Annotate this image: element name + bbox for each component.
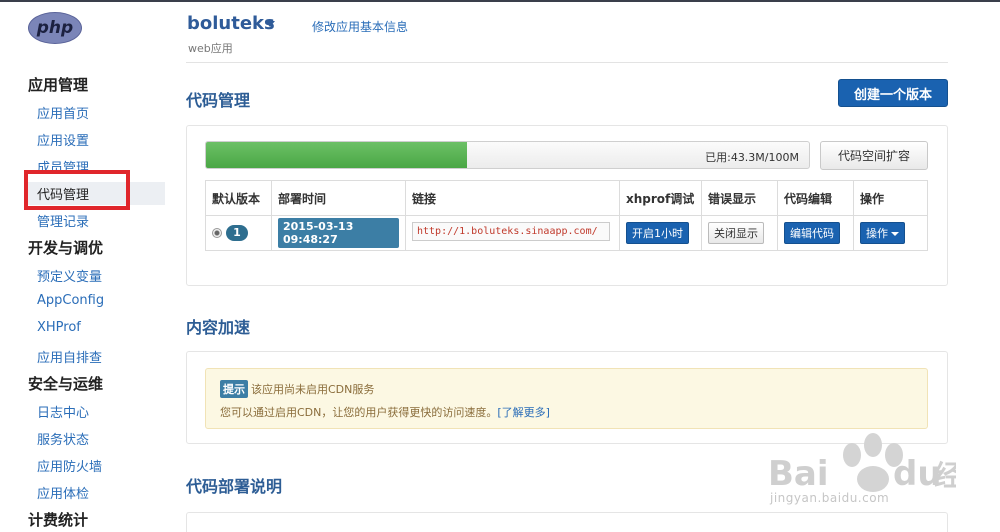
storage-usage-bar: 已用:43.3M/100M [205,141,810,169]
app-type: web应用 [188,42,233,55]
sidebar-item-mgmt-log[interactable]: 管理记录 [37,211,89,230]
storage-usage-text: 已用:43.3M/100M [705,151,799,164]
col-xhprof: xhprof调试 [619,180,702,216]
header-divider [186,62,948,63]
php-logo[interactable]: php [28,12,82,44]
cell-error-display: 关闭显示 [701,215,778,251]
actions-label: 操作 [866,227,888,240]
cell-default-version: 1 [205,215,272,251]
deploy-title: 代码部署说明 [186,477,283,496]
table-header-row: 默认版本 部署时间 链接 xhprof调试 错误显示 代码编辑 操作 [205,180,928,216]
col-deploy-time: 部署时间 [271,180,406,216]
sidebar-section-security: 安全与运维 [28,375,104,393]
app-url-field[interactable]: http://1.boluteks.sinaapp.com/ [412,222,610,241]
xhprof-enable-button[interactable]: 开启1小时 [626,222,689,244]
watermark-brand: Bai [768,454,829,494]
col-actions: 操作 [853,180,928,216]
actions-dropdown-button[interactable]: 操作 [860,222,905,244]
sidebar-item-health-check[interactable]: 应用体检 [37,483,89,502]
cell-actions: 操作 [853,215,928,251]
col-error-display: 错误显示 [701,180,778,216]
edit-app-info-link[interactable]: 修改应用基本信息 [312,18,408,35]
watermark-url: jingyan.baidu.com [770,491,890,505]
cdn-title: 内容加速 [186,318,251,337]
sidebar-section-app-mgmt: 应用管理 [28,76,89,94]
top-border [0,0,1000,2]
col-link: 链接 [405,180,620,216]
cdn-alert: 提示 该应用尚未启用CDN服务 您可以通过启用CDN，让您的用户获得更快的访问速… [205,368,928,429]
chevron-down-icon [891,232,899,236]
code-mgmt-title: 代码管理 [186,91,251,110]
storage-usage-fill [206,142,468,168]
sidebar-item-self-check[interactable]: 应用自排查 [37,347,102,366]
default-version-radio[interactable] [212,228,222,238]
hide-errors-button[interactable]: 关闭显示 [708,222,764,244]
table-row: 1 2015-03-13 09:48:27 http://1.boluteks.… [205,215,928,251]
chevron-down-icon[interactable] [265,21,275,27]
cell-link: http://1.boluteks.sinaapp.com/ [405,215,620,251]
col-default-version: 默认版本 [205,180,272,216]
create-version-button[interactable]: 创建一个版本 [838,79,948,107]
sidebar-item-log-center[interactable]: 日志中心 [37,402,89,421]
col-code-edit: 代码编辑 [777,180,854,216]
learn-more-link[interactable]: [了解更多] [497,406,550,419]
red-highlight-box [24,170,130,210]
cdn-hint-body: 您可以通过启用CDN，让您的用户获得更快的访问速度。 [220,406,498,419]
sidebar-item-app-settings[interactable]: 应用设置 [37,130,89,149]
sidebar-item-predefined-vars[interactable]: 预定义变量 [37,266,102,285]
cdn-status-text: 该应用尚未启用CDN服务 [251,383,375,396]
sidebar-item-app-home[interactable]: 应用首页 [37,103,89,122]
sidebar-item-appconfig[interactable]: AppConfig [37,293,104,308]
sidebar-item-firewall[interactable]: 应用防火墙 [37,456,102,475]
cdn-hint-text: 您可以通过启用CDN，让您的用户获得更快的访问速度。[了解更多] [220,404,550,420]
versions-table: 默认版本 部署时间 链接 xhprof调试 错误显示 代码编辑 操作 1 201… [205,180,928,251]
tip-badge: 提示 [220,380,248,398]
sidebar-item-xhprof[interactable]: XHProf [37,320,81,335]
edit-code-button[interactable]: 编辑代码 [784,222,840,244]
cell-xhprof: 开启1小时 [619,215,702,251]
sidebar-section-billing: 计费统计 [28,511,89,529]
cell-code-edit: 编辑代码 [777,215,854,251]
sidebar-section-dev: 开发与调优 [28,239,104,257]
app-name[interactable]: boluteks [187,13,275,34]
watermark-label: 经验 [934,459,956,492]
deploy-time-badge: 2015-03-13 09:48:27 [278,218,399,248]
cell-deploy-time: 2015-03-13 09:48:27 [271,215,406,251]
version-badge: 1 [226,225,248,241]
expand-storage-button[interactable]: 代码空间扩容 [820,141,928,170]
sidebar-item-service-status[interactable]: 服务状态 [37,429,89,448]
